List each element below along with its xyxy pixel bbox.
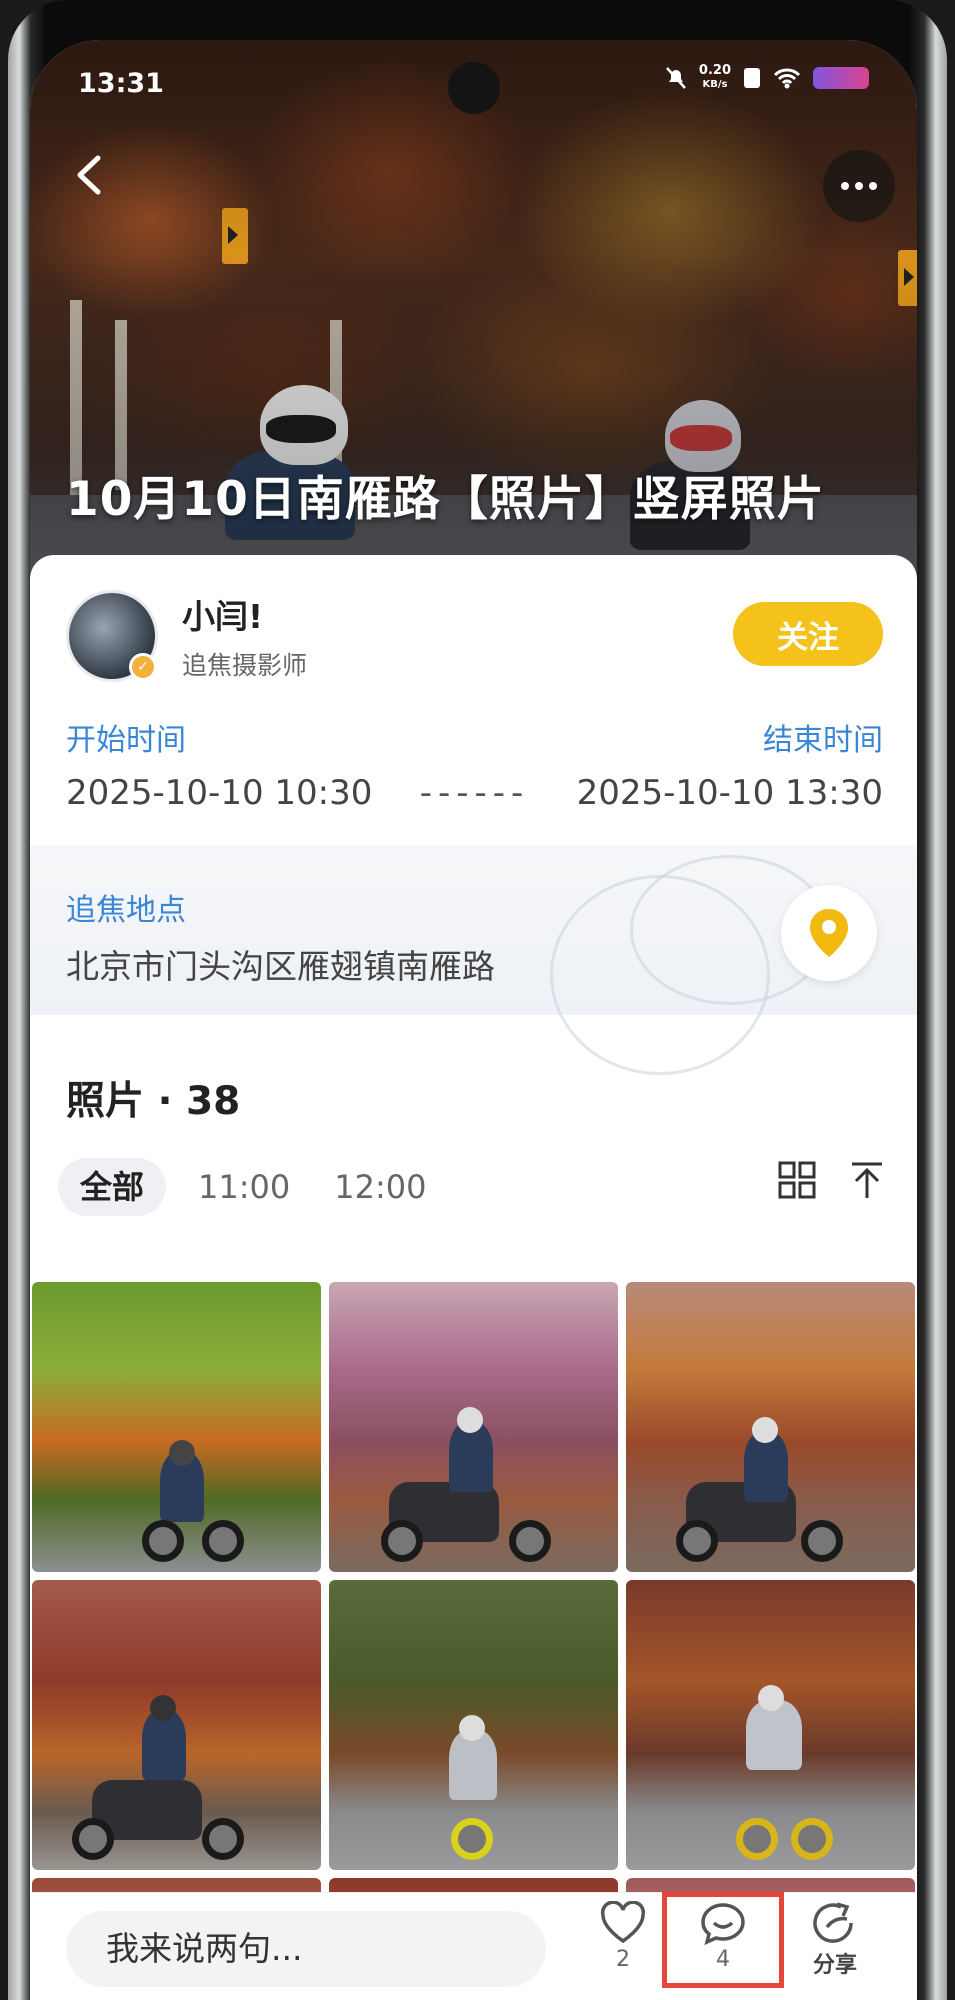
photo-thumbnail[interactable] — [329, 1580, 618, 1870]
speed-unit: KB/s — [702, 79, 728, 90]
photo-thumbnail[interactable] — [32, 1580, 321, 1870]
rider-helmet — [459, 1715, 485, 1741]
author-name: 小闫! — [182, 597, 264, 636]
share-label: 分享 — [812, 1953, 857, 1978]
speed-value: 0.20 — [698, 63, 731, 78]
photo-thumbnail[interactable] — [626, 1580, 915, 1870]
end-time-label: 结束时间 — [763, 723, 883, 758]
share-button[interactable]: 分享 — [790, 1901, 880, 1979]
back-button[interactable] — [70, 150, 110, 200]
location-value: 北京市门头沟区雁翅镇南雁路 — [66, 947, 495, 986]
location-pin-icon — [810, 909, 848, 957]
author-role: 追焦摄影师 — [182, 651, 308, 680]
status-icons: 0.20 KB/s — [665, 64, 869, 92]
battery-icon — [813, 67, 869, 89]
rider-helmet — [752, 1417, 778, 1443]
back-icon — [77, 155, 101, 195]
mute-icon — [665, 67, 686, 89]
wheel — [72, 1818, 114, 1860]
author-text: 小闫! 追焦摄影师 — [182, 590, 307, 682]
more-button[interactable] — [823, 150, 895, 222]
wheel — [676, 1520, 718, 1562]
front-camera — [448, 62, 500, 114]
like-count: 2 — [616, 1947, 630, 1972]
follow-button[interactable]: 关注 — [733, 602, 883, 666]
wheel — [509, 1520, 551, 1562]
sim-icon — [744, 68, 760, 88]
time-filter-tabs: 全部 11:00 12:00 — [58, 1158, 448, 1216]
rider-helmet — [169, 1440, 195, 1466]
wheel — [791, 1818, 833, 1860]
comment-input[interactable]: 我来说两句... — [66, 1911, 546, 1987]
view-controls — [777, 1160, 887, 1200]
share-icon — [813, 1902, 853, 1943]
more-icon-dot — [869, 182, 877, 190]
comment-highlight-box — [662, 1892, 784, 1988]
verified-badge-icon: ✓ — [129, 653, 157, 681]
location-pin-button[interactable] — [781, 885, 877, 981]
wheel — [801, 1520, 843, 1562]
wheel — [381, 1520, 423, 1562]
status-time: 13:31 — [78, 68, 164, 99]
scroll-top-icon[interactable] — [847, 1160, 887, 1200]
network-speed: 0.20 KB/s — [699, 64, 731, 92]
photo-thumbnail[interactable] — [329, 1282, 618, 1572]
event-card: ✓ 小闫! 追焦摄影师 关注 开始时间 结束时间 2025-10-10 10:3… — [30, 555, 917, 2000]
rider-helmet — [457, 1407, 483, 1433]
photo-grid — [32, 1282, 915, 1948]
like-button[interactable]: 2 — [578, 1901, 668, 1972]
page-title: 10月10日南雁路【照片】竖屏照片 — [66, 472, 825, 527]
time-separator: ------ — [419, 773, 530, 813]
screen: 13:31 0.20 KB/s 10月10日南雁路【照片】竖屏照片 ✓ 小闫! … — [30, 40, 917, 2000]
photo-thumbnail[interactable] — [32, 1282, 321, 1572]
rider-helmet — [150, 1695, 176, 1721]
wheel — [202, 1818, 244, 1860]
wifi-icon — [773, 68, 801, 89]
location-label: 追焦地点 — [66, 893, 186, 928]
wheel — [451, 1818, 493, 1860]
like-icon — [600, 1901, 646, 1944]
grid-view-icon[interactable] — [777, 1160, 817, 1200]
time-values: 2025-10-10 10:30 ------ 2025-10-10 13:30 — [66, 773, 883, 813]
tab-all[interactable]: 全部 — [58, 1158, 167, 1216]
more-icon — [841, 182, 849, 190]
author-info[interactable]: ✓ 小闫! 追焦摄影师 — [66, 590, 307, 682]
time-labels: 开始时间 结束时间 — [66, 715, 883, 759]
wheel — [736, 1818, 778, 1860]
tab-1100[interactable]: 11:00 — [176, 1158, 312, 1216]
more-icon-dot — [855, 182, 863, 190]
end-time-value: 2025-10-10 13:30 — [576, 773, 883, 813]
photos-title: 照片 · 38 — [66, 1079, 241, 1124]
rider-helmet — [758, 1685, 784, 1711]
wheel — [202, 1520, 244, 1562]
tab-1200[interactable]: 12:00 — [312, 1158, 448, 1216]
start-time-label: 开始时间 — [66, 723, 186, 758]
wheel — [142, 1520, 184, 1562]
avatar[interactable]: ✓ — [66, 590, 158, 682]
start-time-value: 2025-10-10 10:30 — [66, 773, 373, 813]
photo-thumbnail[interactable] — [626, 1282, 915, 1572]
